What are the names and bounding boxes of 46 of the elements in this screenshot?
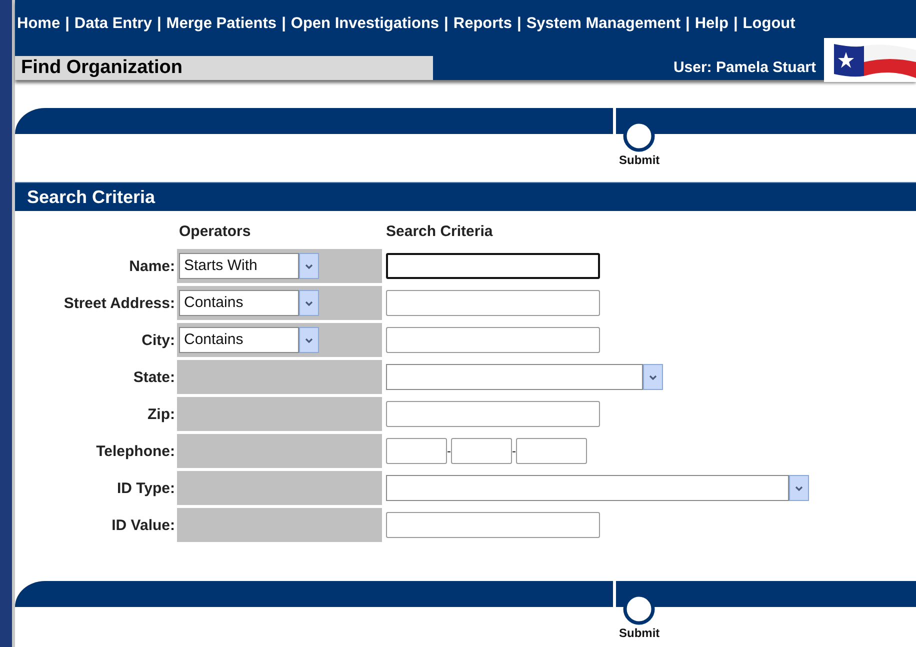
user-name: User: Pamela Stuart [673, 59, 817, 78]
field-label: Street Address: [62, 294, 175, 314]
nav-separator: | [282, 15, 286, 30]
text-field[interactable] [386, 512, 600, 538]
nav-link[interactable]: Home [17, 15, 60, 30]
nav-link[interactable]: Data Entry [74, 15, 152, 30]
field-label: State: [132, 368, 175, 388]
nav-separator: | [733, 15, 738, 30]
nav-link[interactable]: Logout [742, 15, 796, 30]
text-field[interactable] [516, 438, 587, 464]
field-label: Name: [128, 256, 175, 276]
field-label: Telephone: [95, 442, 175, 462]
nav-separator: | [65, 15, 70, 30]
nav-separator: | [516, 15, 522, 30]
nav-link[interactable]: Merge Patients [166, 15, 277, 30]
dash: - [447, 444, 451, 458]
submit-button[interactable]: Submit [619, 593, 660, 640]
page-title: Find Organization [15, 56, 433, 80]
submit-button[interactable]: Submit [619, 120, 660, 167]
field-label: Zip: [146, 404, 175, 424]
text-field[interactable] [386, 253, 600, 279]
text-field[interactable] [386, 401, 600, 427]
dropdown-value: Starts With [184, 257, 258, 274]
nav-link[interactable]: Help [694, 15, 728, 30]
text-field[interactable] [386, 438, 447, 464]
dropdown[interactable] [386, 475, 809, 501]
nav-link[interactable]: Reports [453, 15, 512, 30]
nav-link[interactable]: System Management [526, 15, 681, 30]
flag-icon [824, 38, 916, 82]
column-header: Search Criteria [385, 223, 494, 242]
text-field[interactable] [386, 290, 600, 316]
text-field[interactable] [386, 327, 600, 353]
dropdown[interactable] [386, 364, 663, 390]
dropdown-value: Contains [184, 294, 244, 311]
nav-separator: | [444, 15, 448, 30]
nav-separator: | [686, 15, 690, 30]
field-label: ID Type: [116, 478, 175, 498]
text-field[interactable] [451, 438, 512, 464]
nav-separator: | [156, 15, 162, 30]
nav-link[interactable]: Open Investigations [290, 15, 440, 30]
section-title: Search Criteria [15, 182, 916, 211]
field-label: ID Value: [110, 516, 175, 536]
dash: - [512, 444, 516, 458]
dropdown-value: Contains [184, 331, 244, 348]
column-header: Operators [178, 223, 252, 242]
field-label: City: [140, 330, 175, 350]
